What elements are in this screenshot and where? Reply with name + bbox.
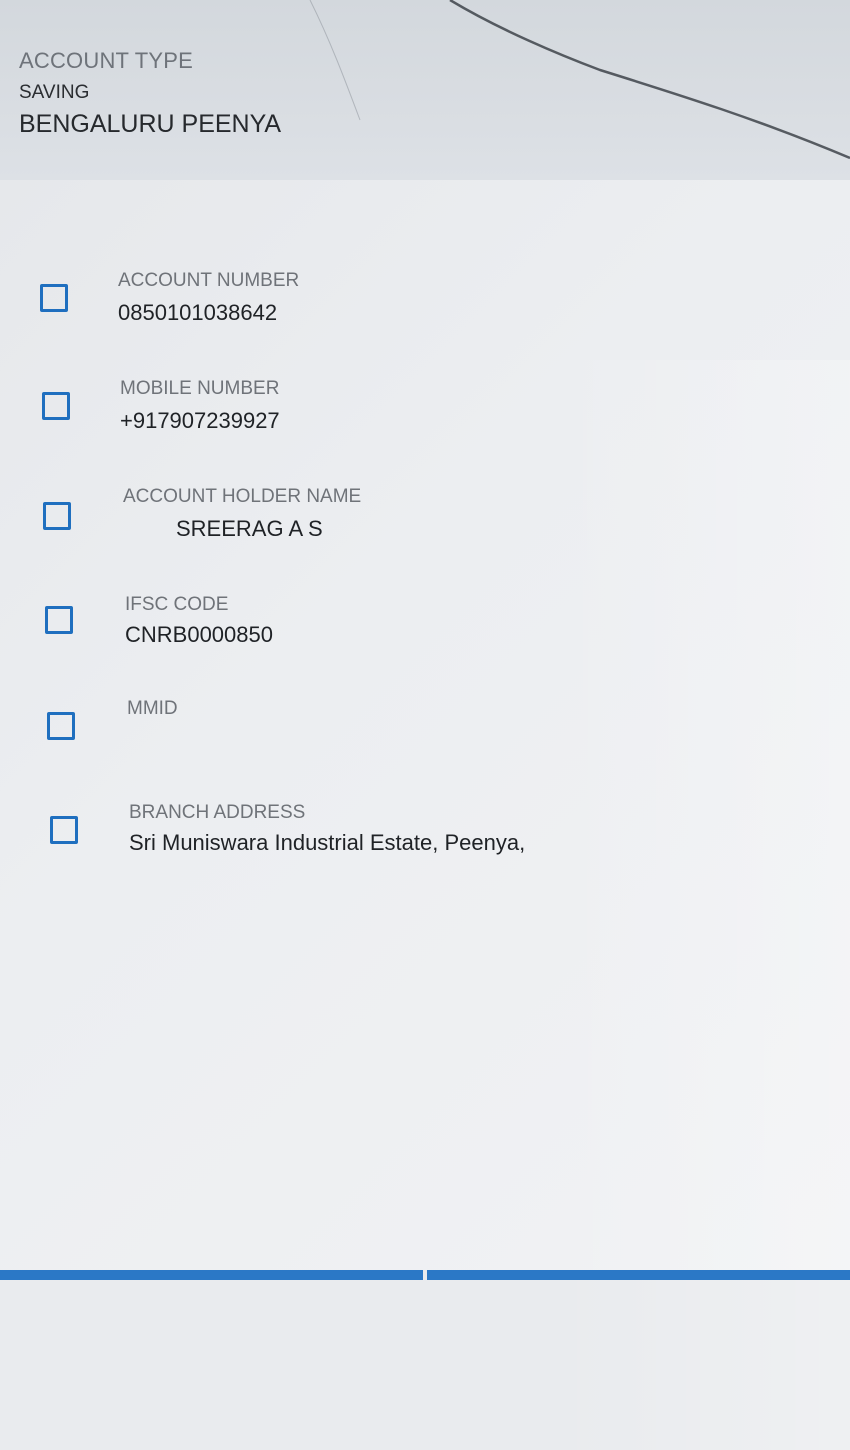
bottom-bar-divider [423,1270,427,1280]
account-type-value: SAVING [19,82,90,103]
field-row-account-number: ACCOUNT NUMBER 0850101038642 [0,268,850,348]
field-row-branch-address: BRANCH ADDRESS Sri Muniswara Industrial … [0,802,850,882]
bottom-action-bar [0,1270,850,1280]
field-row-ifsc-code: IFSC CODE CNRB0000850 [0,592,850,672]
checkbox-unchecked-icon[interactable] [42,392,70,420]
checkbox-unchecked-icon[interactable] [43,502,71,530]
mobile-number-label: MOBILE NUMBER [120,378,280,399]
account-details-panel: ACCOUNT NUMBER 0850101038642 MOBILE NUMB… [0,180,850,1450]
account-holder-name-label: ACCOUNT HOLDER NAME [123,486,362,507]
account-holder-name-value: SREERAG A S [176,516,323,541]
account-number-value: 0850101038642 [118,300,278,325]
branch-name: BENGALURU PEENYA [19,110,282,138]
field-row-mobile-number: MOBILE NUMBER +917907239927 [0,376,850,456]
account-number-label: ACCOUNT NUMBER [118,270,300,291]
checkbox-unchecked-icon[interactable] [47,712,75,740]
mobile-number-value: +917907239927 [120,408,280,433]
mmid-label: MMID [127,698,178,719]
ifsc-code-label: IFSC CODE [125,594,229,615]
ifsc-code-value: CNRB0000850 [125,622,273,647]
screen-crack-overlay [309,0,850,160]
account-header: ACCOUNT TYPE SAVING BENGALURU PEENYA [0,0,850,180]
checkbox-unchecked-icon[interactable] [50,816,78,844]
checkbox-unchecked-icon[interactable] [40,284,68,312]
checkbox-unchecked-icon[interactable] [45,606,73,634]
field-row-account-holder-name: ACCOUNT HOLDER NAME SREERAG A S [0,484,850,564]
account-type-label: ACCOUNT TYPE [19,48,193,73]
field-row-mmid: MMID [0,698,850,778]
branch-address-value: Sri Muniswara Industrial Estate, Peenya, [129,830,526,855]
branch-address-label: BRANCH ADDRESS [129,802,306,823]
